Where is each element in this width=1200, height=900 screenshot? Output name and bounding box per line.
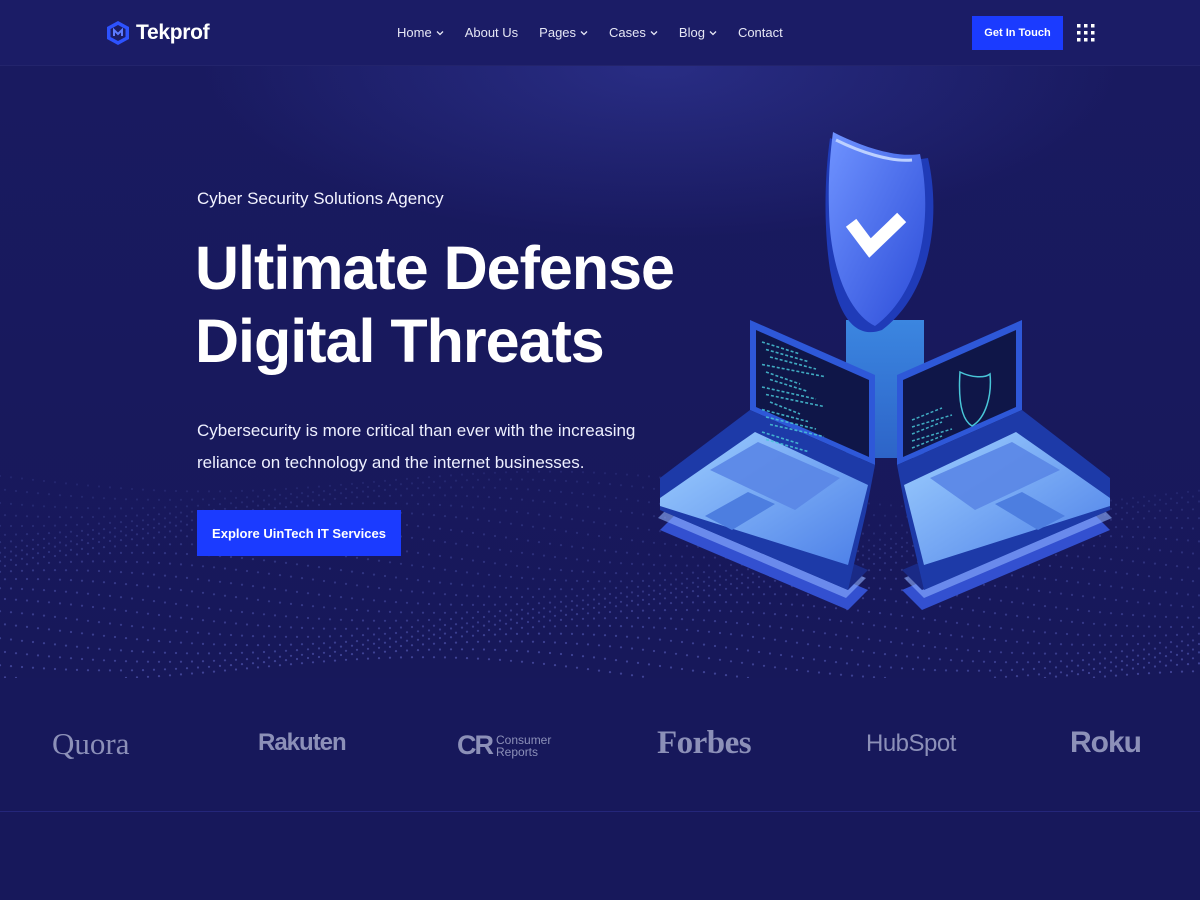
shield-icon <box>825 132 934 333</box>
explore-services-button[interactable]: Explore UinTech IT Services <box>197 510 401 556</box>
brand-logos-strip: Quora Rakuten CR Consumer Reports Forbes… <box>0 678 1200 812</box>
logo-text: Tekprof <box>136 21 210 44</box>
chevron-down-icon <box>709 31 717 36</box>
consumer-reports-line2: Reports <box>496 744 539 759</box>
nav-home[interactable]: Home <box>397 25 444 40</box>
nav-about-us-label: About Us <box>464 25 519 40</box>
security-illustration <box>658 132 1112 610</box>
site-header: Tekprof Home About Us Pages Cases Blog C… <box>0 0 1200 66</box>
consumer-reports-logo: CR Consumer Reports <box>457 730 551 761</box>
consumer-reports-mark: CR <box>457 730 494 760</box>
forbes-logo: Forbes <box>657 725 752 761</box>
roku-logo: Roku <box>1070 726 1142 759</box>
hero-section: Cyber Security Solutions Agency Ultimate… <box>0 66 1200 678</box>
consumer-reports-text: Consumer Reports <box>496 734 551 758</box>
laptop-left <box>658 320 875 610</box>
grid-menu-icon[interactable] <box>1077 24 1095 42</box>
get-in-touch-button[interactable]: Get In Touch <box>972 16 1063 50</box>
nav-pages-label: Pages <box>539 25 577 40</box>
chevron-down-icon <box>436 31 444 36</box>
nav-pages[interactable]: Pages <box>539 25 588 40</box>
hero-description-line2: reliance on technology and the internet … <box>197 453 585 472</box>
hero-description: Cybersecurity is more critical than ever… <box>197 415 637 479</box>
logo-icon <box>107 21 129 45</box>
next-section <box>0 812 1200 900</box>
hubspot-logo: HubSpot <box>866 730 956 757</box>
nav-blog[interactable]: Blog <box>679 25 717 40</box>
hero-eyebrow: Cyber Security Solutions Agency <box>197 189 444 208</box>
main-nav: Home About Us Pages Cases Blog Contact <box>397 25 804 40</box>
laptop-right <box>897 320 1112 610</box>
nav-contact[interactable]: Contact <box>738 25 783 40</box>
nav-cases-label: Cases <box>609 25 646 40</box>
rakuten-logo: Rakuten <box>258 729 347 756</box>
nav-about-us[interactable]: About Us <box>465 25 518 40</box>
chevron-down-icon <box>650 31 658 36</box>
hero-description-line1: Cybersecurity is more critical than ever… <box>197 421 636 440</box>
logo[interactable]: Tekprof <box>106 20 210 46</box>
nav-blog-label: Blog <box>678 25 705 40</box>
consumer-reports-line1: Consumer <box>496 732 552 747</box>
chevron-down-icon <box>580 31 588 36</box>
nav-contact-label: Contact <box>737 25 783 40</box>
nav-home-label: Home <box>397 25 432 40</box>
nav-cases[interactable]: Cases <box>609 25 658 40</box>
quora-logo: Quora <box>52 726 130 761</box>
